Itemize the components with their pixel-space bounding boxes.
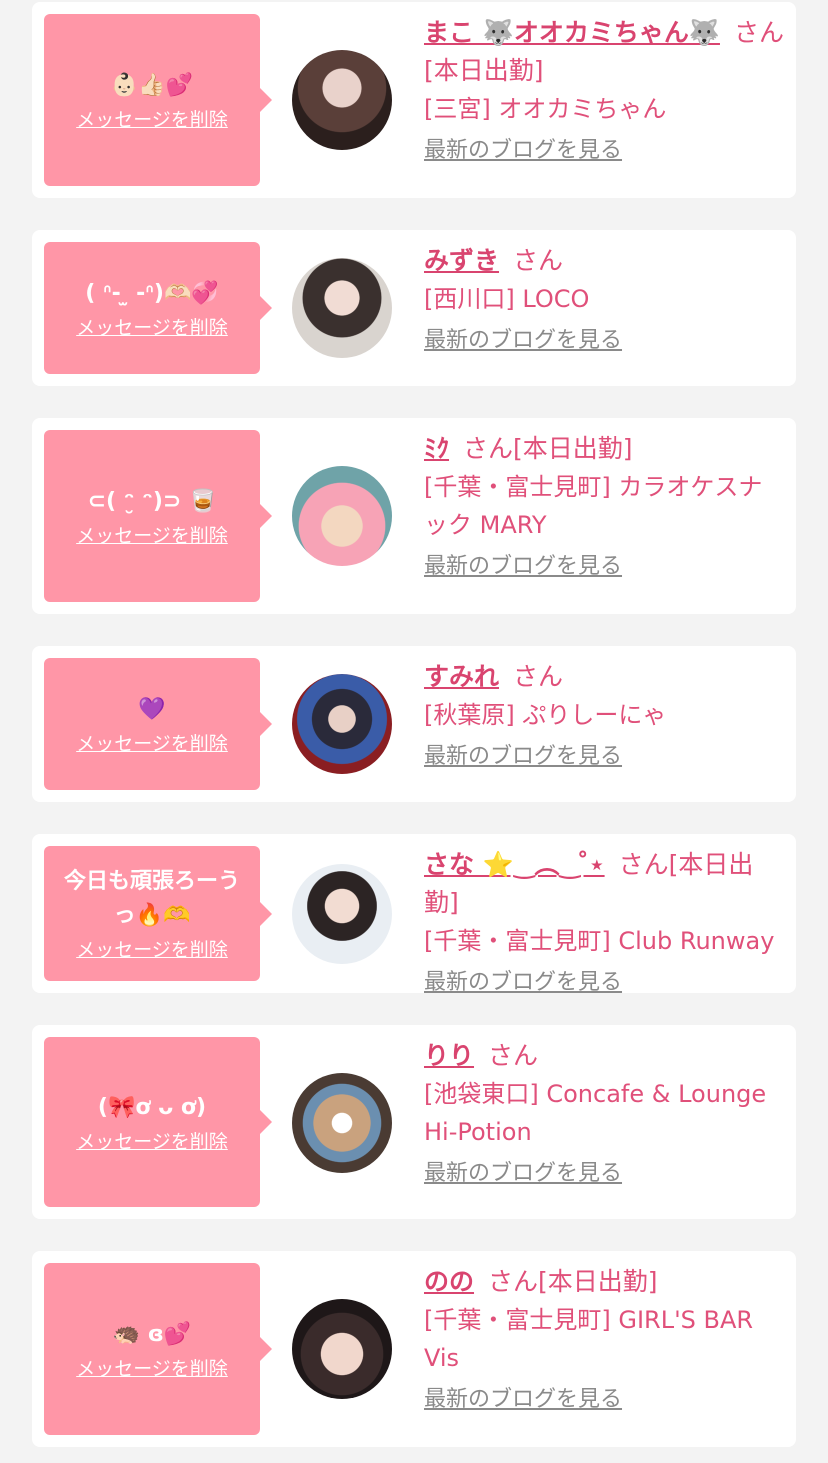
delete-message-link[interactable]: メッセージを削除 xyxy=(76,729,228,756)
message-bubble: 今日も頑張ろーうっ🔥🫶 メッセージを削除 xyxy=(44,846,272,981)
honorific: さん xyxy=(513,662,564,691)
cast-name-link[interactable]: りり xyxy=(424,1041,474,1070)
message-bubble: 🦔 ɞ💕 メッセージを削除 xyxy=(44,1263,272,1435)
message-card: 🦔 ɞ💕 メッセージを削除 のの さん[本日出勤] [千葉・富士見町] GIRL'… xyxy=(32,1251,796,1447)
status-label: [本日出勤] xyxy=(513,434,633,463)
shop-label: [秋葉原] ぷりしーにゃ xyxy=(424,701,667,729)
message-card: 今日も頑張ろーうっ🔥🫶 メッセージを削除 さな ⭐️‿︵‿ ̊⋆ さん[本日出勤]… xyxy=(32,834,796,995)
shop-label: [千葉・富士見町] カラオケスナック MARY xyxy=(424,473,763,539)
cast-info: すみれ さん [秋葉原] ぷりしーにゃ 最新のブログを見る xyxy=(424,658,784,772)
shop-label: [西川口] LOCO xyxy=(424,285,590,313)
delete-message-link[interactable]: メッセージを削除 xyxy=(76,521,228,548)
cast-name-link[interactable]: みずき xyxy=(424,246,499,275)
message-bubble: (🎀ơ ᴗ ơ) メッセージを削除 xyxy=(44,1037,272,1207)
honorific: さん xyxy=(513,246,564,275)
message-text: 👶🏻👍🏻💕 xyxy=(110,72,194,98)
shop-label: [三宮] オオカミちゃん xyxy=(424,95,667,123)
message-card: (🎀ơ ᴗ ơ) メッセージを削除 りり さん [池袋東口] Concafe & … xyxy=(32,1025,796,1219)
delete-message-link[interactable]: メッセージを削除 xyxy=(76,105,228,132)
honorific: さん xyxy=(488,1041,539,1070)
cast-name-link[interactable]: まこ 🐺オオカミちゃん🐺 xyxy=(424,18,720,47)
delete-message-link[interactable]: メッセージを削除 xyxy=(76,313,228,340)
cast-name-link[interactable]: さな ⭐️‿︵‿ ̊⋆ xyxy=(424,850,605,879)
cast-info: りり さん [池袋東口] Concafe & Lounge Hi-Potion 最… xyxy=(424,1037,784,1189)
latest-blog-link[interactable]: 最新のブログを見る xyxy=(424,136,622,166)
message-bubble: 👶🏻👍🏻💕 メッセージを削除 xyxy=(44,14,272,186)
latest-blog-link[interactable]: 最新のブログを見る xyxy=(424,326,622,356)
honorific: さん xyxy=(618,850,669,879)
message-card: ⊂( ᵔ̮ ᵔ)⊃ 🥃 メッセージを削除 ﾐｸ さん[本日出勤] [千葉・富士見町… xyxy=(32,418,796,614)
latest-blog-link[interactable]: 最新のブログを見る xyxy=(424,742,622,772)
avatar[interactable] xyxy=(292,258,392,358)
cast-name-link[interactable]: のの xyxy=(424,1267,474,1296)
cast-info: まこ 🐺オオカミちゃん🐺 さん [本日出勤] [三宮] オオカミちゃん 最新のブログ… xyxy=(424,14,784,166)
message-text: ( ᐢ- ̫ -ᐢ)🫶🏻💞 xyxy=(85,280,219,306)
avatar[interactable] xyxy=(292,1299,392,1399)
message-bubble: ⊂( ᵔ̮ ᵔ)⊃ 🥃 メッセージを削除 xyxy=(44,430,272,602)
avatar[interactable] xyxy=(292,50,392,150)
status-label: [本日出勤] xyxy=(538,1267,658,1296)
avatar[interactable] xyxy=(292,1073,392,1173)
status-label: [本日出勤] xyxy=(424,56,544,85)
honorific: さん xyxy=(463,434,514,463)
shop-label: [池袋東口] Concafe & Lounge Hi-Potion xyxy=(424,1080,767,1146)
cast-info: のの さん[本日出勤] [千葉・富士見町] GIRL'S BAR Vis 最新のブ… xyxy=(424,1263,784,1415)
message-card: 👶🏻👍🏻💕 メッセージを削除 まこ 🐺オオカミちゃん🐺 さん [本日出勤] [三宮]… xyxy=(32,2,796,198)
cast-name-link[interactable]: ﾐｸ xyxy=(424,434,449,463)
delete-message-link[interactable]: メッセージを削除 xyxy=(76,1127,228,1154)
latest-blog-link[interactable]: 最新のブログを見る xyxy=(424,552,622,582)
cast-info: さな ⭐️‿︵‿ ̊⋆ さん[本日出勤] [千葉・富士見町] Club Runwa… xyxy=(424,846,784,998)
cast-info: みずき さん [西川口] LOCO 最新のブログを見る xyxy=(424,242,784,356)
message-text: 🦔 ɞ💕 xyxy=(112,1321,192,1347)
message-text: (🎀ơ ᴗ ơ) xyxy=(97,1094,207,1120)
honorific: さん xyxy=(488,1267,539,1296)
message-card: 💜 メッセージを削除 すみれ さん [秋葉原] ぷりしーにゃ 最新のブログを見る xyxy=(32,646,796,802)
avatar[interactable] xyxy=(292,466,392,566)
message-text: 今日も頑張ろーうっ🔥🫶 xyxy=(63,869,240,928)
message-bubble: ( ᐢ- ̫ -ᐢ)🫶🏻💞 メッセージを削除 xyxy=(44,242,272,374)
avatar[interactable] xyxy=(292,674,392,774)
delete-message-link[interactable]: メッセージを削除 xyxy=(76,1354,228,1381)
message-card: ( ᐢ- ̫ -ᐢ)🫶🏻💞 メッセージを削除 みずき さん [西川口] LOCO … xyxy=(32,230,796,386)
latest-blog-link[interactable]: 最新のブログを見る xyxy=(424,968,622,998)
shop-label: [千葉・富士見町] Club Runway xyxy=(424,927,775,955)
shop-label: [千葉・富士見町] GIRL'S BAR Vis xyxy=(424,1306,754,1372)
latest-blog-link[interactable]: 最新のブログを見る xyxy=(424,1385,622,1415)
delete-message-link[interactable]: メッセージを削除 xyxy=(76,935,228,962)
honorific: さん xyxy=(733,18,784,47)
message-text: 💜 xyxy=(138,696,166,722)
cast-info: ﾐｸ さん[本日出勤] [千葉・富士見町] カラオケスナック MARY 最新のブロ… xyxy=(424,430,784,582)
cast-name-link[interactable]: すみれ xyxy=(424,662,499,691)
message-bubble: 💜 メッセージを削除 xyxy=(44,658,272,790)
avatar[interactable] xyxy=(292,864,392,964)
latest-blog-link[interactable]: 最新のブログを見る xyxy=(424,1159,622,1189)
message-text: ⊂( ᵔ̮ ᵔ)⊃ 🥃 xyxy=(87,488,217,514)
